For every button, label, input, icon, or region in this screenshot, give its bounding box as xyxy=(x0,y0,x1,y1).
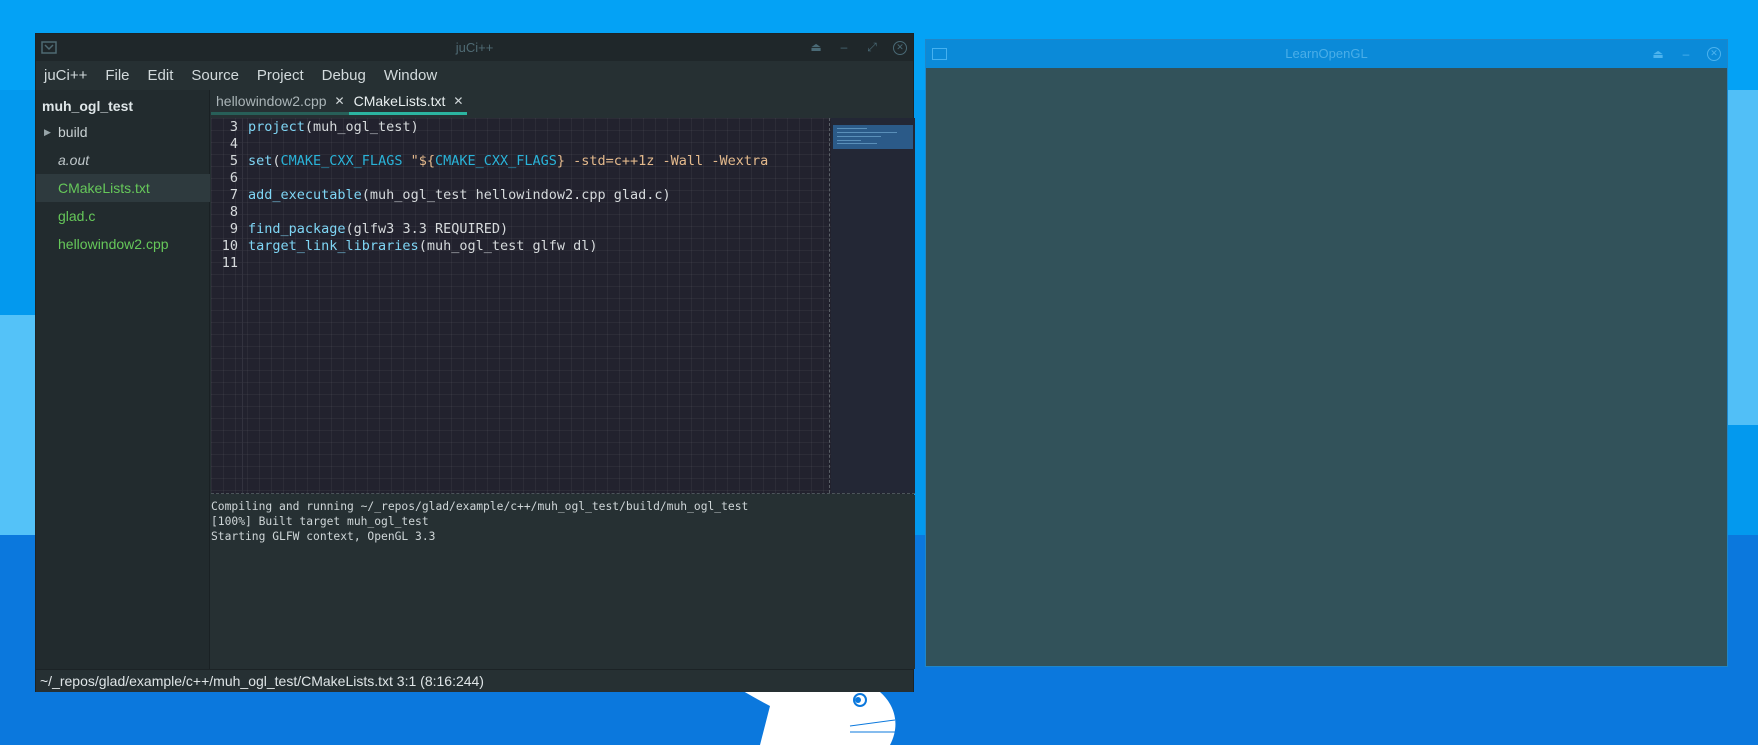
right-margin-ruler xyxy=(829,118,830,493)
tab-label: CMakeLists.txt xyxy=(353,93,446,109)
code-line: set(CMAKE_CXX_FLAGS "${CMAKE_CXX_FLAGS} … xyxy=(248,153,769,169)
tree-item-cmakelists[interactable]: CMakeLists.txt xyxy=(36,174,210,202)
line-number: 9 xyxy=(229,221,238,237)
minimap-line xyxy=(837,128,867,129)
line-number: 5 xyxy=(229,153,238,169)
menubar: juCi++ File Edit Source Project Debug Wi… xyxy=(36,61,913,90)
terminal-line: Starting GLFW context, OpenGL 3.3 xyxy=(211,530,436,543)
tab-cmakelists[interactable]: CMakeLists.txt ✕ xyxy=(348,90,468,115)
tree-item-a-out[interactable]: a.out xyxy=(36,146,210,174)
minimap-line xyxy=(837,132,897,133)
maximize-button[interactable]: ⤢ xyxy=(865,34,879,61)
terminal-output[interactable]: Compiling and running ~/_repos/glad/exam… xyxy=(211,495,915,669)
line-number: 10 xyxy=(221,238,238,254)
keep-above-button[interactable]: ⏏ xyxy=(809,34,823,61)
app-logo-icon xyxy=(41,41,57,54)
expand-arrow-icon[interactable]: ▶ xyxy=(44,118,51,146)
tab-hellowindow2[interactable]: hellowindow2.cpp ✕ xyxy=(211,90,349,115)
line-number: 8 xyxy=(229,204,238,220)
window-titlebar[interactable]: LearnOpenGL ⏏ – ✕ xyxy=(926,40,1727,68)
line-number: 3 xyxy=(229,119,238,135)
menu-project[interactable]: Project xyxy=(257,67,304,84)
juci-window: juCi++ ⏏ – ⤢ ✕ juCi++ File Edit Source P… xyxy=(35,33,915,692)
minimap-line xyxy=(837,136,881,137)
close-button[interactable]: ✕ xyxy=(893,40,907,55)
tree-item-hellowindow2[interactable]: hellowindow2.cpp xyxy=(36,230,210,258)
code-editor[interactable]: 3 4 5 6 7 8 9 10 11 project(muh_ogl_test… xyxy=(211,118,915,494)
menu-debug[interactable]: Debug xyxy=(322,67,366,84)
tab-label: hellowindow2.cpp xyxy=(216,93,327,109)
keep-above-button[interactable]: ⏏ xyxy=(1651,40,1665,68)
minimize-button[interactable]: – xyxy=(1679,40,1693,68)
code-line: project(muh_ogl_test) xyxy=(248,119,419,135)
terminal-line: Compiling and running ~/_repos/glad/exam… xyxy=(211,500,749,513)
status-text: ~/_repos/glad/example/c++/muh_ogl_test/C… xyxy=(40,673,484,689)
line-number: 6 xyxy=(229,170,238,186)
minimize-button[interactable]: – xyxy=(837,34,851,61)
tab-close-icon[interactable]: ✕ xyxy=(453,94,463,108)
menu-edit[interactable]: Edit xyxy=(148,67,174,84)
tree-item-label: CMakeLists.txt xyxy=(58,180,150,196)
tree-item-label: build xyxy=(58,124,88,140)
code-line: add_executable(muh_ogl_test hellowindow2… xyxy=(248,187,671,203)
minimap-line xyxy=(837,143,877,144)
menu-window[interactable]: Window xyxy=(384,67,437,84)
line-number-gutter: 3 4 5 6 7 8 9 10 11 xyxy=(211,118,243,493)
menu-file[interactable]: File xyxy=(105,67,129,84)
terminal-line: [100%] Built target muh_ogl_test xyxy=(211,515,429,528)
editor-tabbar: hellowindow2.cpp ✕ CMakeLists.txt ✕ xyxy=(211,90,913,115)
file-tree-sidebar: muh_ogl_test ▶ build a.out CMakeLists.tx… xyxy=(36,90,210,669)
code-line: target_link_libraries(muh_ogl_test glfw … xyxy=(248,238,598,254)
window-title: LearnOpenGL xyxy=(1285,46,1368,61)
status-bar: ~/_repos/glad/example/c++/muh_ogl_test/C… xyxy=(36,669,913,692)
minimap-line xyxy=(837,140,861,141)
learnopengl-window: LearnOpenGL ⏏ – ✕ xyxy=(925,39,1728,667)
tree-item-label: hellowindow2.cpp xyxy=(58,236,169,252)
code-minimap[interactable] xyxy=(831,118,915,493)
window-titlebar[interactable]: juCi++ ⏏ – ⤢ ✕ xyxy=(36,34,913,61)
line-number: 4 xyxy=(229,136,238,152)
tree-item-label: glad.c xyxy=(58,208,96,224)
tab-close-icon[interactable]: ✕ xyxy=(335,94,345,108)
code-line: find_package(glfw3 3.3 REQUIRED) xyxy=(248,221,509,237)
menu-source[interactable]: Source xyxy=(191,67,239,84)
tree-item-label: a.out xyxy=(58,152,90,168)
window-title: juCi++ xyxy=(455,40,494,55)
tree-item-build[interactable]: ▶ build xyxy=(36,118,210,146)
menu-juci[interactable]: juCi++ xyxy=(44,67,87,84)
project-name[interactable]: muh_ogl_test xyxy=(42,98,133,114)
window-icon xyxy=(932,48,947,60)
tree-item-glad-c[interactable]: glad.c xyxy=(36,202,210,230)
line-number: 7 xyxy=(229,187,238,203)
close-button[interactable]: ✕ xyxy=(1707,47,1721,61)
code-area[interactable]: project(muh_ogl_test) set(CMAKE_CXX_FLAG… xyxy=(248,118,828,493)
line-number: 11 xyxy=(221,255,238,271)
